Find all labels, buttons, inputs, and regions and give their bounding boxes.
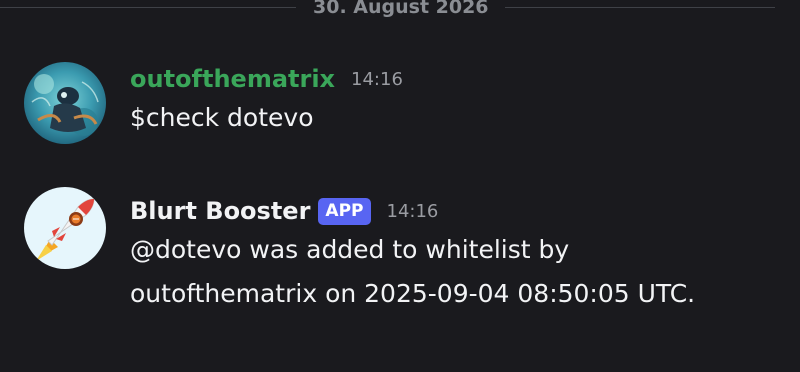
username[interactable]: outofthematrix (130, 65, 335, 93)
user-avatar[interactable] (24, 62, 106, 144)
chat-channel: 30. August 2026 outofthematrix 14:16 $ch… (0, 0, 800, 372)
divider-date: 30. August 2026 (313, 0, 489, 18)
message-header: outofthematrix 14:16 (130, 62, 403, 96)
rocket-avatar-icon (24, 187, 106, 269)
message-header: Blurt Booster APP 14:16 (130, 194, 695, 228)
divider-line-right (505, 7, 775, 8)
message-body: Blurt Booster APP 14:16 @dotevo was adde… (130, 194, 695, 316)
app-badge: APP (318, 197, 371, 225)
diver-underwater-avatar-icon (24, 62, 106, 144)
message-text: $check dotevo (130, 103, 314, 132)
divider-line-left (0, 7, 296, 8)
timestamp: 14:16 (386, 200, 439, 222)
bot-avatar[interactable] (24, 187, 106, 269)
message-text-line-1: @dotevo was added to whitelist by (130, 235, 570, 264)
message-text-line-2: outofthematrix on 2025-09-04 08:50:05 UT… (130, 279, 696, 308)
username[interactable]: Blurt Booster (130, 197, 310, 225)
date-divider: 30. August 2026 (0, 0, 800, 22)
timestamp: 14:16 (351, 68, 403, 90)
message-body: outofthematrix 14:16 $check dotevo (130, 62, 403, 140)
